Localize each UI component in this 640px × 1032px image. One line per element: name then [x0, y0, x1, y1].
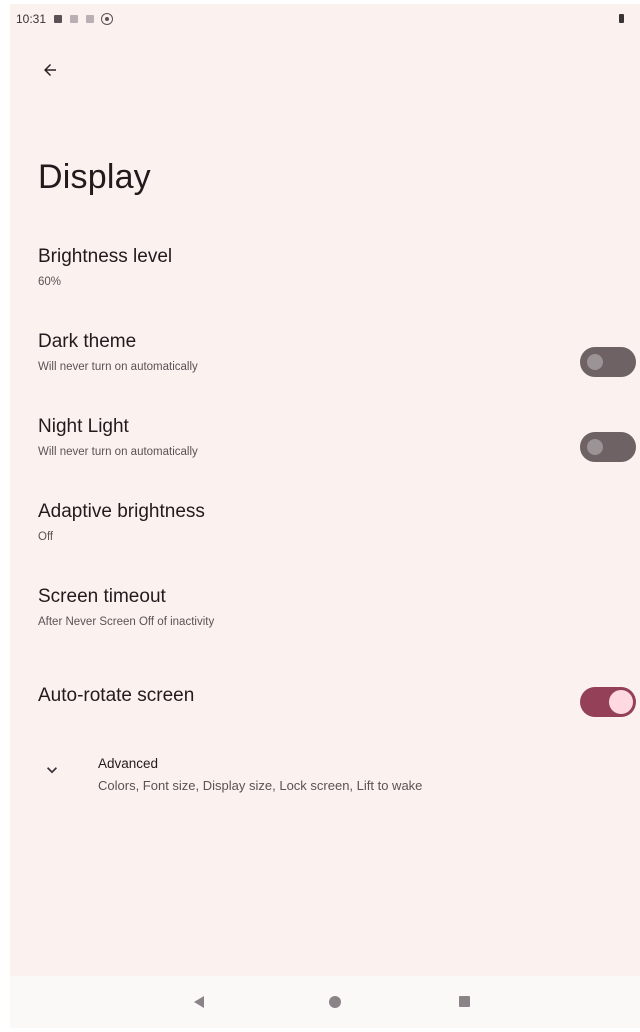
setting-brightness-level[interactable]: Brightness level 60% [10, 234, 640, 319]
status-time: 10:31 [16, 12, 47, 26]
advanced-section[interactable]: Advanced Colors, Font size, Display size… [10, 744, 640, 814]
settings-gear-icon [102, 14, 113, 24]
setting-title: Auto-rotate screen [38, 685, 195, 706]
setting-subtitle: After Never Screen Off of inactivity [38, 616, 215, 628]
advanced-title: Advanced [98, 756, 159, 771]
setting-title: Adaptive brightness [38, 501, 205, 522]
dark-theme-toggle[interactable] [580, 347, 636, 377]
chevron-down-icon [47, 767, 57, 774]
setting-subtitle: Will never turn on automatically [38, 446, 198, 458]
navigation-bar [10, 976, 640, 1028]
setting-auto-rotate-screen[interactable]: Auto-rotate screen [10, 659, 640, 744]
setting-dark-theme[interactable]: Dark theme Will never turn on automatica… [10, 319, 640, 404]
status-bar: 10:31 [10, 4, 640, 34]
setting-night-light[interactable]: Night Light Will never turn on automatic… [10, 404, 640, 489]
night-light-toggle[interactable] [580, 432, 636, 462]
back-button[interactable] [32, 52, 68, 88]
arrow-back-icon [44, 64, 56, 76]
settings-list: Brightness level 60% Dark theme Will nev… [10, 234, 640, 814]
setting-title: Brightness level [38, 246, 173, 267]
toggle-knob [587, 354, 603, 370]
auto-rotate-toggle[interactable] [580, 687, 636, 717]
battery-icon [619, 14, 624, 23]
setting-title: Night Light [38, 416, 129, 437]
nav-home-icon[interactable] [329, 996, 341, 1008]
sim-icon [86, 15, 95, 23]
status-icons [54, 14, 113, 24]
setting-subtitle: 60% [38, 276, 62, 288]
nav-back-icon[interactable] [194, 996, 204, 1008]
notification-icon [54, 15, 63, 23]
setting-screen-timeout[interactable]: Screen timeout After Never Screen Off of… [10, 574, 640, 659]
setting-adaptive-brightness[interactable]: Adaptive brightness Off [10, 489, 640, 574]
display-settings-screen: 10:31 Display Brightness level 60% Dark … [10, 4, 640, 1028]
setting-title: Dark theme [38, 331, 137, 352]
toggle-knob [609, 690, 633, 714]
page-title: Display [38, 158, 151, 196]
data-icon [70, 15, 79, 23]
nav-recents-icon[interactable] [459, 996, 470, 1007]
advanced-subtitle: Colors, Font size, Display size, Lock sc… [98, 778, 423, 793]
setting-subtitle: Will never turn on automatically [38, 361, 198, 373]
setting-subtitle: Off [38, 531, 54, 543]
toggle-knob [587, 439, 603, 455]
setting-title: Screen timeout [38, 586, 166, 607]
